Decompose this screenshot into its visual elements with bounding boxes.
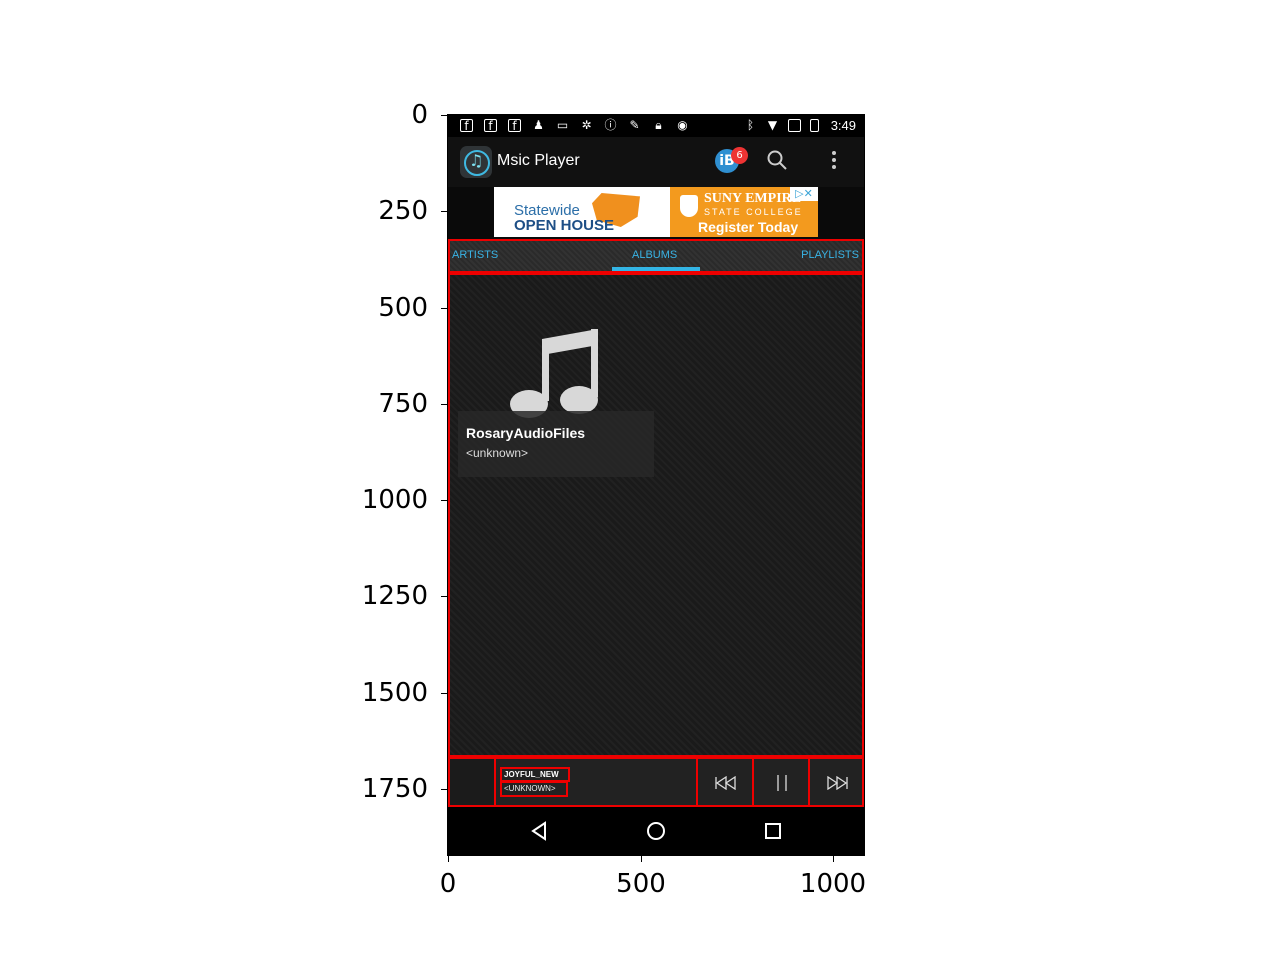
album-card[interactable]: RosaryAudioFiles <unknown>: [458, 329, 654, 479]
now-playing-bar: JOYFUL_NEW <UNKNOWN>: [448, 757, 864, 807]
ad-banner[interactable]: Statewide OPEN HOUSE SUNY EMPIRE STATE C…: [494, 187, 818, 237]
x-tick-label: 0: [439, 869, 457, 899]
ad-brand: SUNY EMPIRE: [704, 191, 802, 206]
tab-playlists[interactable]: PLAYLISTS: [801, 249, 859, 261]
no-signal-icon: [788, 119, 801, 132]
now-playing-artist: <UNKNOWN>: [504, 784, 556, 793]
shield-icon: [680, 195, 698, 217]
person-icon: ♟: [533, 118, 544, 132]
y-tick-label: 0: [411, 100, 428, 130]
wifi-icon: ▼: [767, 118, 778, 132]
back-icon[interactable]: [525, 817, 553, 845]
facebook-icon: f: [460, 119, 473, 133]
ad-line1: Statewide: [514, 202, 580, 219]
cast-icon: ▭: [556, 118, 569, 132]
y-tick-mark: [441, 308, 447, 309]
facebook-icon: f: [484, 119, 497, 133]
y-tick-mark: [441, 789, 447, 790]
y-tick-mark: [441, 693, 447, 694]
ad-area: Statewide OPEN HOUSE SUNY EMPIRE STATE C…: [448, 187, 864, 239]
previous-icon: [715, 775, 736, 790]
previous-button[interactable]: [698, 757, 754, 807]
y-tick-label: 1250: [361, 581, 428, 611]
y-tick-label: 1500: [361, 678, 428, 708]
ad-cta: Register Today: [698, 219, 799, 235]
app-icon[interactable]: ♫: [460, 146, 492, 178]
ad-left-panel: Statewide OPEN HOUSE: [494, 187, 670, 237]
bluetooth-icon: ᛒ: [746, 118, 755, 132]
status-time: 3:49: [830, 118, 856, 133]
y-tick-label: 750: [378, 389, 428, 419]
phone-screen: f f f ♟ ▭ ✲ ⓘ ✎ 🔒︎ ◉ ᛒ ▼ 3:49 ♫ Msic Pla…: [448, 115, 864, 855]
app-title: Msic Player: [497, 152, 580, 169]
android-icon: ◉: [677, 118, 688, 132]
search-icon[interactable]: [766, 149, 788, 171]
y-tick-label: 1750: [361, 774, 428, 804]
tab-bar: ARTISTS ALBUMS PLAYLISTS: [448, 239, 864, 273]
now-playing-title: JOYFUL_NEW: [504, 770, 559, 779]
tab-albums[interactable]: ALBUMS: [632, 249, 677, 261]
y-tick-mark: [441, 115, 447, 116]
ad-line2: OPEN HOUSE: [514, 217, 615, 234]
home-icon[interactable]: [642, 817, 670, 845]
no-wifi-icon: ✎: [629, 118, 640, 132]
alert-icon: ⓘ: [604, 118, 617, 132]
tab-artists[interactable]: ARTISTS: [452, 249, 498, 261]
y-tick-label: 500: [378, 293, 428, 323]
y-tick-mark: [441, 404, 447, 405]
album-caption: RosaryAudioFiles <unknown>: [458, 411, 654, 477]
next-icon: [827, 775, 848, 790]
y-tick-label: 250: [378, 196, 428, 226]
x-tick-mark: [641, 856, 642, 862]
ad-brand-sub: STATE COLLEGE: [704, 207, 803, 217]
now-playing-info[interactable]: JOYFUL_NEW <UNKNOWN>: [496, 757, 698, 807]
music-note-icon: ♫: [469, 151, 484, 170]
pause-button[interactable]: [754, 757, 810, 807]
y-tick-mark: [441, 596, 447, 597]
facebook-icon: f: [508, 119, 521, 133]
album-artist: <unknown>: [466, 446, 529, 460]
next-button[interactable]: [810, 757, 864, 807]
brightness-icon: ✲: [581, 118, 592, 132]
recents-icon[interactable]: [759, 817, 787, 845]
x-tick-label: 500: [616, 869, 666, 899]
y-tick-mark: [441, 211, 447, 212]
lock-icon: 🔒︎: [655, 118, 662, 132]
album-grid: RosaryAudioFiles <unknown>: [448, 273, 864, 757]
pause-icon: [777, 774, 787, 791]
overflow-menu-icon[interactable]: [830, 151, 838, 173]
battery-icon: [810, 119, 819, 132]
album-title: RosaryAudioFiles: [466, 425, 586, 441]
x-tick-mark: [448, 856, 449, 862]
x-tick-mark: [833, 856, 834, 862]
status-bar: f f f ♟ ▭ ✲ ⓘ ✎ 🔒︎ ◉ ᛒ ▼ 3:49: [448, 115, 864, 137]
action-bar: ♫ Msic Player iB 6: [448, 137, 864, 187]
y-tick-label: 1000: [361, 485, 428, 515]
now-playing-thumbnail[interactable]: [448, 757, 496, 807]
navigation-bar: [448, 807, 864, 855]
x-tick-label: 1000: [799, 869, 867, 899]
notification-badge: 6: [731, 147, 748, 164]
y-tick-mark: [441, 500, 447, 501]
ad-close-icon[interactable]: ▷✕: [790, 187, 818, 201]
